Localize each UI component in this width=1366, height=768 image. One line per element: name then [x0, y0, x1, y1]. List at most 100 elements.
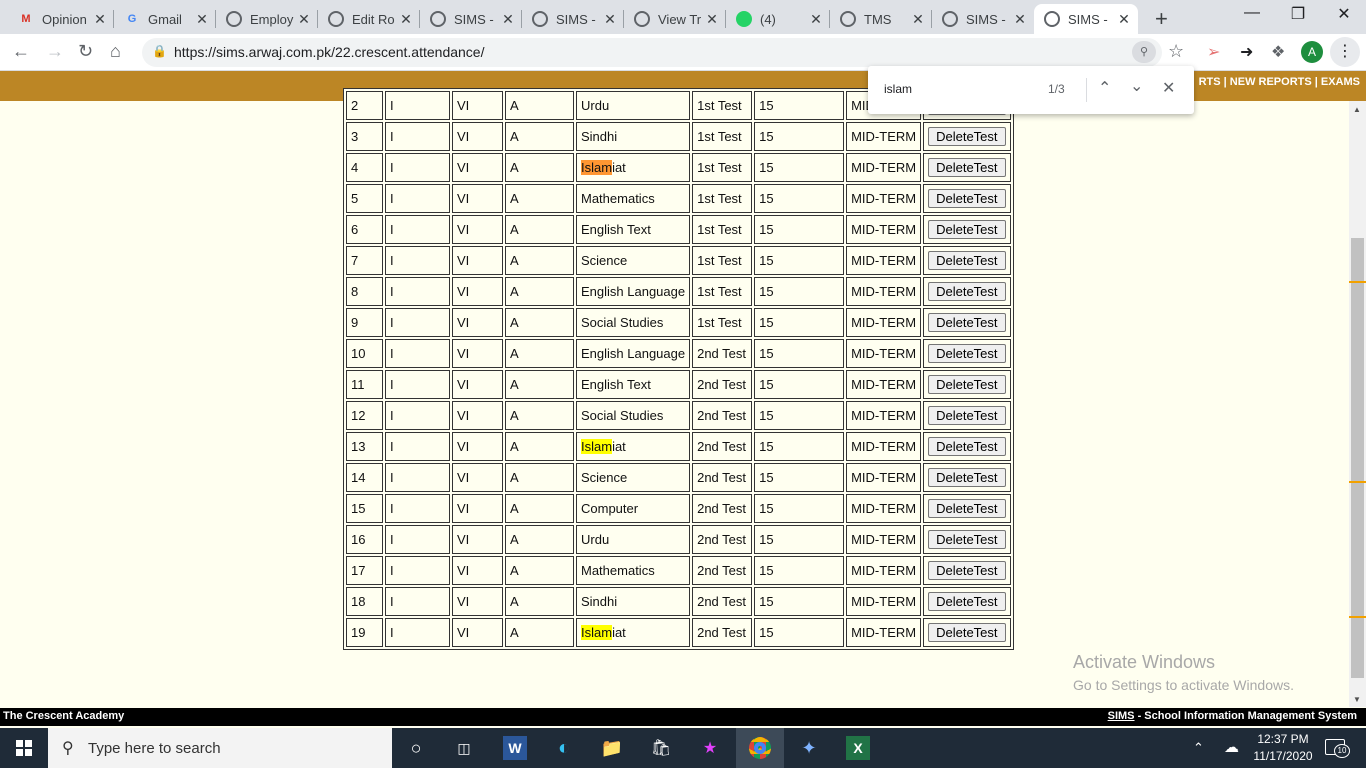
- tray-chevron-icon[interactable]: ⌃: [1193, 740, 1204, 756]
- delete-test-button[interactable]: DeleteTest: [928, 592, 1006, 611]
- delete-test-button[interactable]: DeleteTest: [928, 561, 1006, 580]
- game-app-icon[interactable]: ★: [698, 736, 722, 760]
- delete-test-button[interactable]: DeleteTest: [928, 499, 1006, 518]
- browser-tab[interactable]: SIMS - ✕: [932, 4, 1034, 34]
- browser-tab[interactable]: Employ ✕: [216, 4, 318, 34]
- cell-action: DeleteTest: [923, 184, 1011, 213]
- cell-action: DeleteTest: [923, 215, 1011, 244]
- delete-test-button[interactable]: DeleteTest: [928, 220, 1006, 239]
- home-icon[interactable]: ⌂: [110, 41, 121, 62]
- taskbar-search[interactable]: ⚲ Type here to search: [48, 728, 392, 768]
- browser-menu-icon[interactable]: ⋮: [1330, 37, 1360, 67]
- cell-no: 15: [346, 494, 383, 523]
- new-tab-button[interactable]: +: [1155, 6, 1168, 32]
- cell-no: 8: [346, 277, 383, 306]
- delete-test-button[interactable]: DeleteTest: [928, 189, 1006, 208]
- delete-test-button[interactable]: DeleteTest: [928, 282, 1006, 301]
- delete-test-button[interactable]: DeleteTest: [928, 437, 1006, 456]
- gmail-icon: M: [21, 13, 31, 25]
- scroll-up-icon[interactable]: ▲: [1353, 105, 1361, 114]
- close-window-button[interactable]: ✕: [1321, 4, 1366, 24]
- find-close-icon[interactable]: ✕: [1162, 78, 1175, 98]
- close-tab-icon[interactable]: ✕: [1116, 11, 1132, 28]
- close-tab-icon[interactable]: ✕: [398, 11, 414, 28]
- table-row: 16 I VI A Urdu 2nd Test 15 MID-TERM DeleteTest: [346, 525, 1011, 554]
- cell-action: DeleteTest: [923, 525, 1011, 554]
- cell-no: 12: [346, 401, 383, 430]
- store-icon[interactable]: 🛍: [649, 736, 673, 760]
- file-explorer-icon[interactable]: 📁: [600, 736, 624, 760]
- browser-tab[interactable]: TMS ✕: [830, 4, 932, 34]
- extension-icon[interactable]: ➢: [1207, 42, 1220, 62]
- dolphin-app-icon[interactable]: ✦: [797, 736, 821, 760]
- cell-subject: English Text: [576, 215, 691, 244]
- start-button[interactable]: [0, 728, 48, 768]
- close-tab-icon[interactable]: ✕: [1012, 11, 1028, 28]
- find-input[interactable]: islam: [884, 82, 912, 96]
- forward-icon[interactable]: →: [46, 41, 64, 62]
- delete-test-button[interactable]: DeleteTest: [928, 313, 1006, 332]
- cell-marks: 15: [754, 432, 845, 461]
- delete-test-button[interactable]: DeleteTest: [928, 468, 1006, 487]
- delete-test-button[interactable]: DeleteTest: [928, 158, 1006, 177]
- lock-icon[interactable]: 🔒: [152, 44, 167, 58]
- find-in-page-icon[interactable]: ⚲: [1132, 41, 1156, 63]
- close-tab-icon[interactable]: ✕: [910, 11, 926, 28]
- site-nav-links[interactable]: RTS | NEW REPORTS | EXAMS: [1199, 76, 1360, 88]
- scroll-down-icon[interactable]: ▼: [1353, 695, 1361, 704]
- onedrive-icon[interactable]: ☁: [1224, 738, 1239, 756]
- close-tab-icon[interactable]: ✕: [500, 11, 516, 28]
- cell-action: DeleteTest: [923, 277, 1011, 306]
- profile-avatar[interactable]: A: [1301, 41, 1323, 63]
- page-scrollbar[interactable]: ▲ ▼: [1349, 101, 1366, 707]
- maximize-button[interactable]: ❐: [1275, 4, 1321, 24]
- browser-tab[interactable]: G Gmail ✕: [114, 4, 216, 34]
- reload-icon[interactable]: ↻: [78, 41, 93, 62]
- browser-tab[interactable]: SIMS - ✕: [1034, 4, 1138, 34]
- word-icon[interactable]: W: [503, 736, 527, 760]
- task-view-icon[interactable]: ◫: [452, 736, 476, 760]
- notification-center-icon[interactable]: 10: [1325, 739, 1350, 758]
- cell-marks: 15: [754, 153, 845, 182]
- browser-tab[interactable]: SIMS - ✕: [522, 4, 624, 34]
- close-tab-icon[interactable]: ✕: [92, 11, 108, 28]
- delete-test-button[interactable]: DeleteTest: [928, 623, 1006, 642]
- close-tab-icon[interactable]: ✕: [296, 11, 312, 28]
- table-row: 15 I VI A Computer 2nd Test 15 MID-TERM DeleteTe…: [346, 494, 1011, 523]
- delete-test-button[interactable]: DeleteTest: [928, 344, 1006, 363]
- browser-tab[interactable]: Edit Ro ✕: [318, 4, 420, 34]
- close-tab-icon[interactable]: ✕: [602, 11, 618, 28]
- browser-tab[interactable]: SIMS - ✕: [420, 4, 522, 34]
- browser-tab[interactable]: (4) ✕: [726, 4, 830, 34]
- browser-tab[interactable]: M Opinion ✕: [8, 4, 114, 34]
- footer-sims-link[interactable]: SIMS: [1108, 710, 1135, 722]
- find-previous-icon[interactable]: ⌃: [1098, 78, 1111, 98]
- bookmark-star-icon[interactable]: ☆: [1168, 41, 1184, 62]
- minimize-button[interactable]: —: [1229, 4, 1275, 22]
- delete-test-button[interactable]: DeleteTest: [928, 127, 1006, 146]
- delete-test-button[interactable]: DeleteTest: [928, 406, 1006, 425]
- close-tab-icon[interactable]: ✕: [704, 11, 720, 28]
- back-icon[interactable]: ←: [12, 41, 30, 62]
- close-tab-icon[interactable]: ✕: [808, 11, 824, 28]
- cell-marks: 15: [754, 184, 845, 213]
- delete-test-button[interactable]: DeleteTest: [928, 530, 1006, 549]
- close-tab-icon[interactable]: ✕: [194, 11, 210, 28]
- edge-icon[interactable]: ◐: [552, 736, 576, 760]
- address-bar[interactable]: 🔒 https://sims.arwaj.com.pk/22.crescent.…: [142, 38, 1162, 67]
- find-next-icon[interactable]: ⌄: [1130, 76, 1143, 96]
- taskbar-clock[interactable]: 12:37 PM 11/17/2020: [1252, 731, 1314, 765]
- share-arrow-icon[interactable]: ➜: [1240, 42, 1253, 62]
- whatsapp-icon: [736, 11, 752, 27]
- cell-section: A: [505, 184, 574, 213]
- cortana-icon[interactable]: ○: [404, 736, 428, 760]
- scrollbar-thumb[interactable]: [1351, 238, 1364, 678]
- cell-subject: Islamiat: [576, 153, 691, 182]
- browser-tab[interactable]: View Tr ✕: [624, 4, 726, 34]
- delete-test-button[interactable]: DeleteTest: [928, 375, 1006, 394]
- browser-tab-title: Edit Ro: [352, 11, 395, 27]
- delete-test-button[interactable]: DeleteTest: [928, 251, 1006, 270]
- chrome-taskbar-icon[interactable]: [736, 728, 784, 768]
- excel-icon[interactable]: X: [846, 736, 870, 760]
- puzzle-extensions-icon[interactable]: ❖: [1271, 42, 1285, 62]
